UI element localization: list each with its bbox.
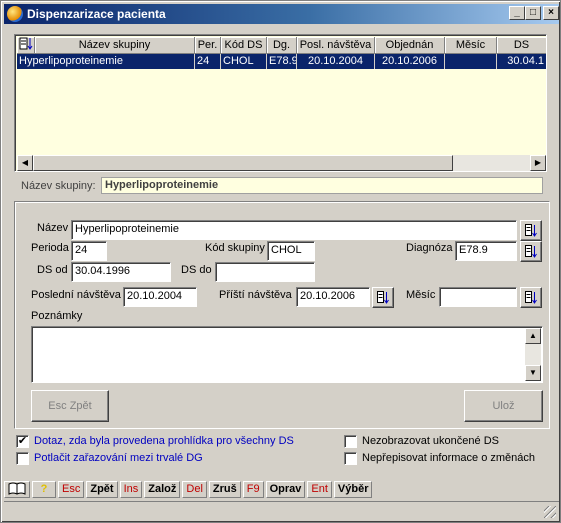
cell-nazev: Hyperlipoproteinemie	[17, 54, 195, 69]
dotaz-label[interactable]: Dotaz, zda byla provedena prohlídka pro …	[34, 435, 294, 447]
ds-od-input[interactable]: 30.04.1996	[71, 262, 171, 282]
pristi-navsteva-input[interactable]: 20.10.2006	[296, 287, 370, 307]
sort-icon[interactable]	[17, 37, 35, 54]
ds-do-input[interactable]	[215, 262, 315, 282]
key-del[interactable]: Del	[182, 480, 207, 498]
posledni-navsteva-label: Poslední návštěva	[31, 289, 121, 301]
potlacit-checkbox[interactable]	[16, 452, 29, 465]
cell-dg: E78.9	[269, 54, 297, 69]
scroll-up-icon[interactable]: ▲	[525, 328, 541, 344]
cell-mesic	[445, 54, 497, 69]
diagnoza-input[interactable]: E78.9	[455, 241, 517, 261]
posledni-navsteva-input[interactable]: 20.10.2004	[123, 287, 197, 307]
dotaz-checkbox[interactable]: ✔	[16, 435, 29, 448]
perioda-input[interactable]: 24	[71, 241, 107, 261]
col-mesic[interactable]: Měsíc	[445, 37, 497, 54]
col-dg[interactable]: Dg.	[267, 37, 297, 54]
scroll-right-icon[interactable]: ▶	[530, 155, 546, 171]
pristi-navsteva-label: Příští návštěva	[219, 289, 292, 301]
col-posl-navsteva[interactable]: Posl. návštěva	[297, 37, 375, 54]
nazev-input[interactable]: Hyperlipoproteinemie	[71, 220, 517, 240]
poznamky-textarea[interactable]: ▲ ▼	[31, 326, 543, 383]
key-esc[interactable]: Esc	[58, 480, 85, 498]
groups-grid[interactable]: Název skupiny Per. Kód DS Dg. Posl. návš…	[14, 34, 547, 172]
cell-posl: 20.10.2004	[297, 54, 375, 69]
table-row[interactable]: Hyperlipoproteinemie 24 CHOL E78.9 20.10…	[17, 54, 546, 69]
col-ds[interactable]: DS	[497, 37, 546, 54]
action-zpet[interactable]: Zpět	[86, 480, 118, 498]
help-icon[interactable]: ?	[32, 480, 56, 498]
app-icon	[7, 6, 23, 22]
group-name-value: Hyperlipoproteinemie	[101, 177, 543, 194]
status-strip	[4, 501, 559, 520]
grid-header: Název skupiny Per. Kód DS Dg. Posl. návš…	[17, 37, 546, 54]
cell-ds: 30.04.1	[497, 54, 546, 69]
mesic-input[interactable]	[439, 287, 517, 307]
action-zaloz[interactable]: Založ	[144, 480, 181, 498]
key-ins[interactable]: Ins	[119, 480, 143, 498]
list-lookup-icon	[525, 245, 537, 258]
neprepisovat-checkbox[interactable]	[344, 452, 357, 465]
scroll-left-icon[interactable]: ◀	[17, 155, 33, 171]
memo-vertical-scrollbar[interactable]: ▲ ▼	[525, 328, 541, 381]
col-per[interactable]: Per.	[195, 37, 221, 54]
esc-back-button[interactable]: Esc Zpět	[31, 390, 109, 422]
nazev-lookup-button[interactable]	[520, 220, 542, 241]
cell-per: 24	[195, 54, 221, 69]
col-objednan[interactable]: Objednán	[375, 37, 445, 54]
window-title: Dispenzarizace pacienta	[27, 7, 166, 21]
mesic-lookup-button[interactable]	[520, 287, 542, 308]
poznamky-label: Poznámky	[31, 310, 83, 322]
title-bar[interactable]: Dispenzarizace pacienta _ □ ×	[4, 4, 559, 24]
pristi-navsteva-lookup-button[interactable]	[372, 287, 394, 308]
resize-grip-icon[interactable]	[544, 506, 556, 518]
perioda-label: Perioda	[31, 242, 69, 254]
key-f9[interactable]: F9	[242, 480, 264, 498]
close-button[interactable]: ×	[543, 6, 559, 20]
cell-objednan: 20.10.2006	[375, 54, 445, 69]
potlacit-label[interactable]: Potlačit zařazování mezi trvalé DG	[34, 452, 203, 464]
save-button[interactable]: Ulož	[464, 390, 543, 422]
mesic-label: Měsíc	[406, 289, 436, 301]
key-ent[interactable]: Ent	[307, 480, 332, 498]
group-name-label: Název skupiny:	[21, 180, 96, 192]
col-nazev-skupiny[interactable]: Název skupiny	[35, 37, 195, 54]
ds-od-label: DS od	[37, 264, 68, 276]
maximize-button[interactable]: □	[525, 6, 541, 20]
shortcut-bar: ? Esc Zpět Ins Založ Del Zruš F9 Oprav E…	[4, 479, 559, 499]
diagnoza-lookup-button[interactable]	[520, 241, 542, 262]
grid-horizontal-scrollbar[interactable]: ◀ ▶	[17, 155, 546, 171]
list-lookup-icon	[525, 224, 537, 237]
kod-skupiny-label: Kód skupiny	[205, 242, 265, 254]
nezobrazovat-checkbox[interactable]	[344, 435, 357, 448]
diagnoza-label: Diagnóza	[406, 242, 453, 254]
action-oprav[interactable]: Oprav	[265, 480, 306, 498]
nezobrazovat-label[interactable]: Nezobrazovat ukončené DS	[362, 435, 499, 447]
book-icon[interactable]	[4, 480, 30, 498]
nazev-label: Název	[37, 222, 69, 234]
list-lookup-icon	[377, 291, 389, 304]
list-lookup-icon	[525, 291, 537, 304]
neprepisovat-label[interactable]: Nepřepisovat informace o změnách	[362, 452, 535, 464]
scroll-thumb[interactable]	[33, 155, 453, 171]
minimize-button[interactable]: _	[509, 6, 525, 20]
scroll-down-icon[interactable]: ▼	[525, 365, 541, 381]
ds-do-label: DS do	[181, 264, 212, 276]
action-vyber[interactable]: Výběr	[333, 480, 373, 498]
dialog-window: Dispenzarizace pacienta _ □ × Název skup…	[0, 0, 561, 523]
kod-skupiny-input[interactable]: CHOL	[267, 241, 315, 261]
action-zrus[interactable]: Zruš	[208, 480, 241, 498]
col-kod-ds[interactable]: Kód DS	[221, 37, 267, 54]
cell-kod: CHOL	[221, 54, 267, 69]
